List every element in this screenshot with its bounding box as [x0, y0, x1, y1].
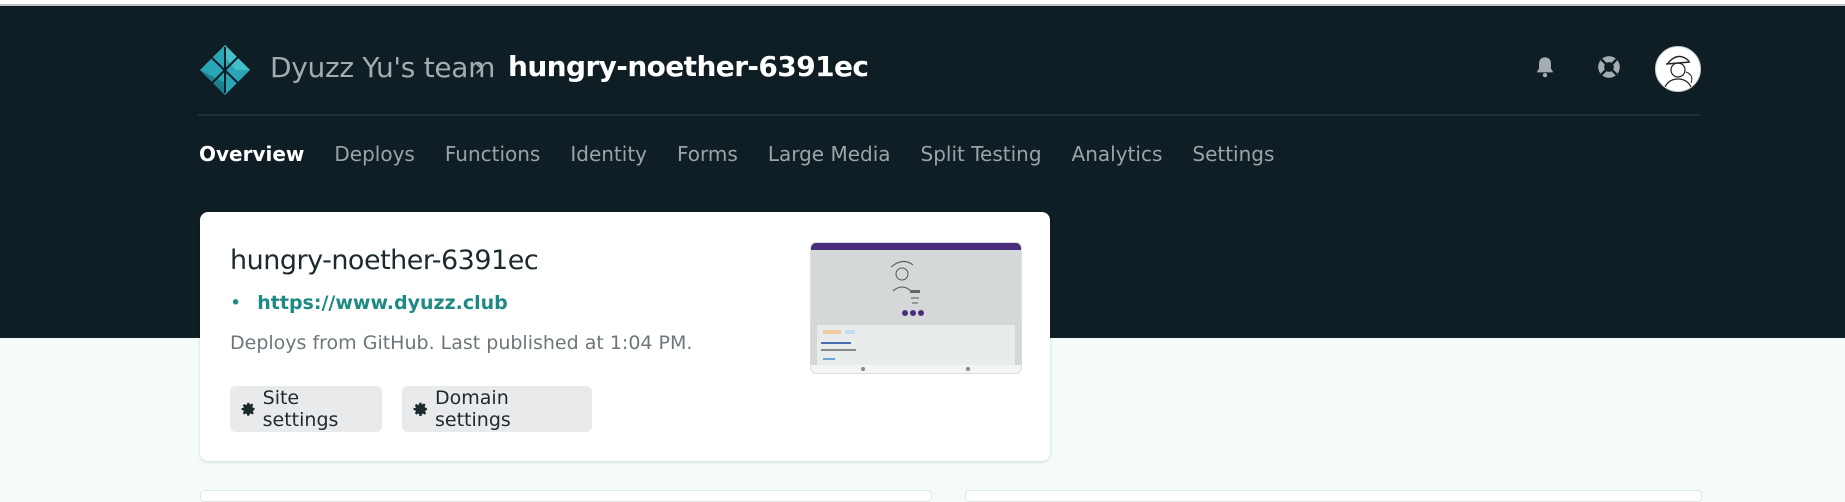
- site-name: hungry-noether-6391ec: [230, 245, 539, 276]
- site-settings-label: Site settings: [262, 387, 339, 431]
- breadcrumb-separator: ›: [474, 53, 485, 83]
- site-url-link[interactable]: https://www.dyuzz.club: [257, 292, 508, 314]
- tab-forms[interactable]: Forms: [677, 142, 738, 166]
- site-settings-button[interactable]: Site settings: [230, 386, 382, 432]
- tab-large-media[interactable]: Large Media: [768, 142, 891, 166]
- site-nav: Overview Deploys Functions Identity Form…: [199, 142, 1304, 166]
- breadcrumb-team[interactable]: Dyuzz Yu's team: [270, 51, 495, 84]
- tab-overview[interactable]: Overview: [199, 142, 304, 166]
- tab-deploys[interactable]: Deploys: [334, 142, 414, 166]
- gear-icon: [413, 402, 427, 416]
- site-url-row: • https://www.dyuzz.club: [230, 292, 508, 314]
- deploy-status: Deploys from GitHub. Last published at 1…: [230, 332, 693, 354]
- tab-functions[interactable]: Functions: [445, 142, 541, 166]
- netlify-logo-icon[interactable]: [198, 43, 252, 97]
- tab-settings[interactable]: Settings: [1192, 142, 1274, 166]
- bell-icon[interactable]: [1532, 54, 1558, 80]
- breadcrumb-site[interactable]: hungry-noether-6391ec: [508, 50, 869, 83]
- avatar[interactable]: [1655, 46, 1701, 92]
- tab-analytics[interactable]: Analytics: [1072, 142, 1163, 166]
- tab-split-testing[interactable]: Split Testing: [921, 142, 1042, 166]
- lifebuoy-icon[interactable]: [1596, 54, 1622, 80]
- site-preview-image: [811, 243, 1021, 373]
- avatar-sketch-icon: [1663, 55, 1693, 90]
- gear-icon: [241, 402, 255, 416]
- tab-identity[interactable]: Identity: [570, 142, 647, 166]
- url-bullet: •: [230, 292, 242, 314]
- domain-settings-button[interactable]: Domain settings: [402, 386, 592, 432]
- site-overview-card: hungry-noether-6391ec • https://www.dyuz…: [200, 212, 1050, 461]
- header-divider: [198, 114, 1700, 116]
- next-card-edge: [200, 490, 932, 502]
- site-preview-thumbnail[interactable]: [810, 242, 1022, 374]
- domain-settings-label: Domain settings: [435, 387, 511, 431]
- next-card-edge-right: [965, 490, 1702, 502]
